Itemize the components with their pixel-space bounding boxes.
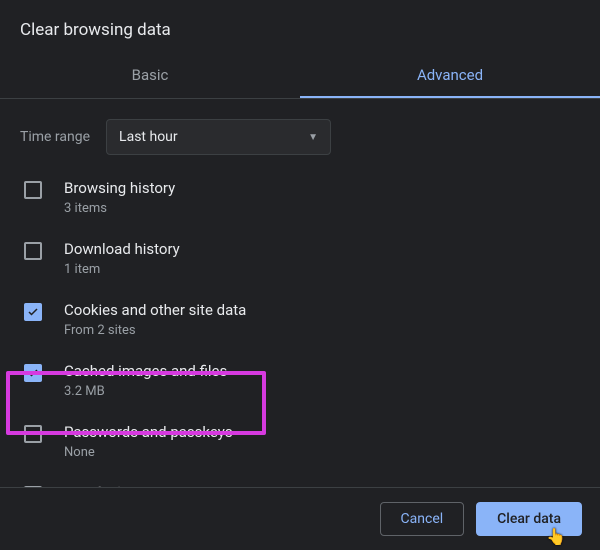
list-item: Autofill form data [20,472,580,487]
check-icon [27,306,39,318]
time-range-select[interactable]: Last hour ▼ [106,119,331,155]
clear-browsing-data-dialog: Clear browsing data Basic Advanced Time … [0,0,600,550]
time-range-row: Time range Last hour ▼ [0,99,600,167]
item-title: Cookies and other site data [64,301,246,319]
checkbox-browsing-history[interactable] [24,181,42,199]
list-item: Browsing history 3 items [20,167,580,228]
time-range-label: Time range [20,129,90,145]
checkbox-download-history[interactable] [24,242,42,260]
time-range-value: Last hour [119,129,178,145]
item-sub: 3 items [64,201,175,216]
dialog-title: Clear browsing data [0,0,600,54]
item-sub: 1 item [64,262,180,277]
item-title: Cached images and files [64,362,227,380]
checkbox-cookies[interactable] [24,303,42,321]
item-title: Download history [64,240,180,258]
item-sub: 3.2 MB [64,384,227,399]
tab-basic[interactable]: Basic [0,54,300,98]
item-sub: From 2 sites [64,323,246,338]
clear-data-button[interactable]: Clear data [476,502,582,536]
checkbox-cached-images[interactable] [24,364,42,382]
list-item: Cookies and other site data From 2 sites [20,289,580,350]
checkbox-passwords[interactable] [24,425,42,443]
item-sub: None [64,445,233,460]
item-title: Browsing history [64,179,175,197]
item-title: Passwords and passkeys [64,423,233,441]
dialog-footer: Cancel Clear data 👆 [0,487,600,550]
cancel-button[interactable]: Cancel [380,502,465,536]
chevron-down-icon: ▼ [308,132,318,143]
list-item: Download history 1 item [20,228,580,289]
check-icon [27,367,39,379]
list-item: Cached images and files 3.2 MB [20,350,580,411]
tab-advanced[interactable]: Advanced [300,54,600,98]
list-item: Passwords and passkeys None [20,411,580,472]
options-list: Browsing history 3 items Download histor… [0,167,600,487]
tab-bar: Basic Advanced [0,54,600,99]
